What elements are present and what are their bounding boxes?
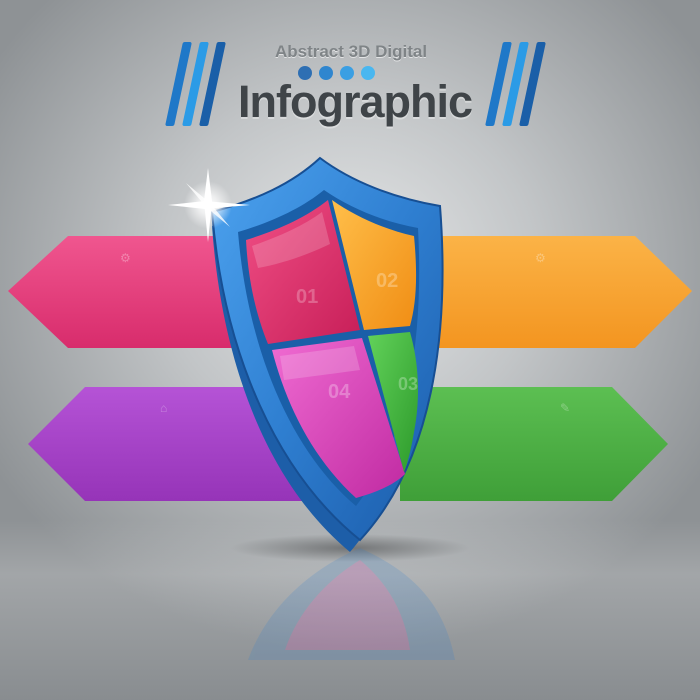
banner-orange-icon: ⚙ xyxy=(535,251,546,265)
infographic-canvas: Abstract 3D Digital Infographic ⚙ ⚙ ⌂ ✎ … xyxy=(0,0,700,700)
quadrant-04-number: 04 xyxy=(328,381,351,403)
banner-orange-shape xyxy=(400,236,692,348)
quadrant-02-number: 02 xyxy=(376,270,398,292)
banner-pink-icon: ⚙ xyxy=(120,251,131,265)
infographic-graphics: ⚙ ⚙ ⌂ ✎ 01 02 04 03 xyxy=(8,156,692,660)
banner-green-shape xyxy=(400,387,668,501)
shield-reflection xyxy=(248,548,455,660)
quadrant-03-number: 03 xyxy=(398,374,418,394)
banner-orange: ⚙ xyxy=(400,236,692,348)
banner-green-icon: ✎ xyxy=(560,401,570,415)
banner-green: ✎ xyxy=(400,387,668,501)
quadrant-01-number: 01 xyxy=(296,286,318,308)
banner-purple-icon: ⌂ xyxy=(160,401,167,415)
